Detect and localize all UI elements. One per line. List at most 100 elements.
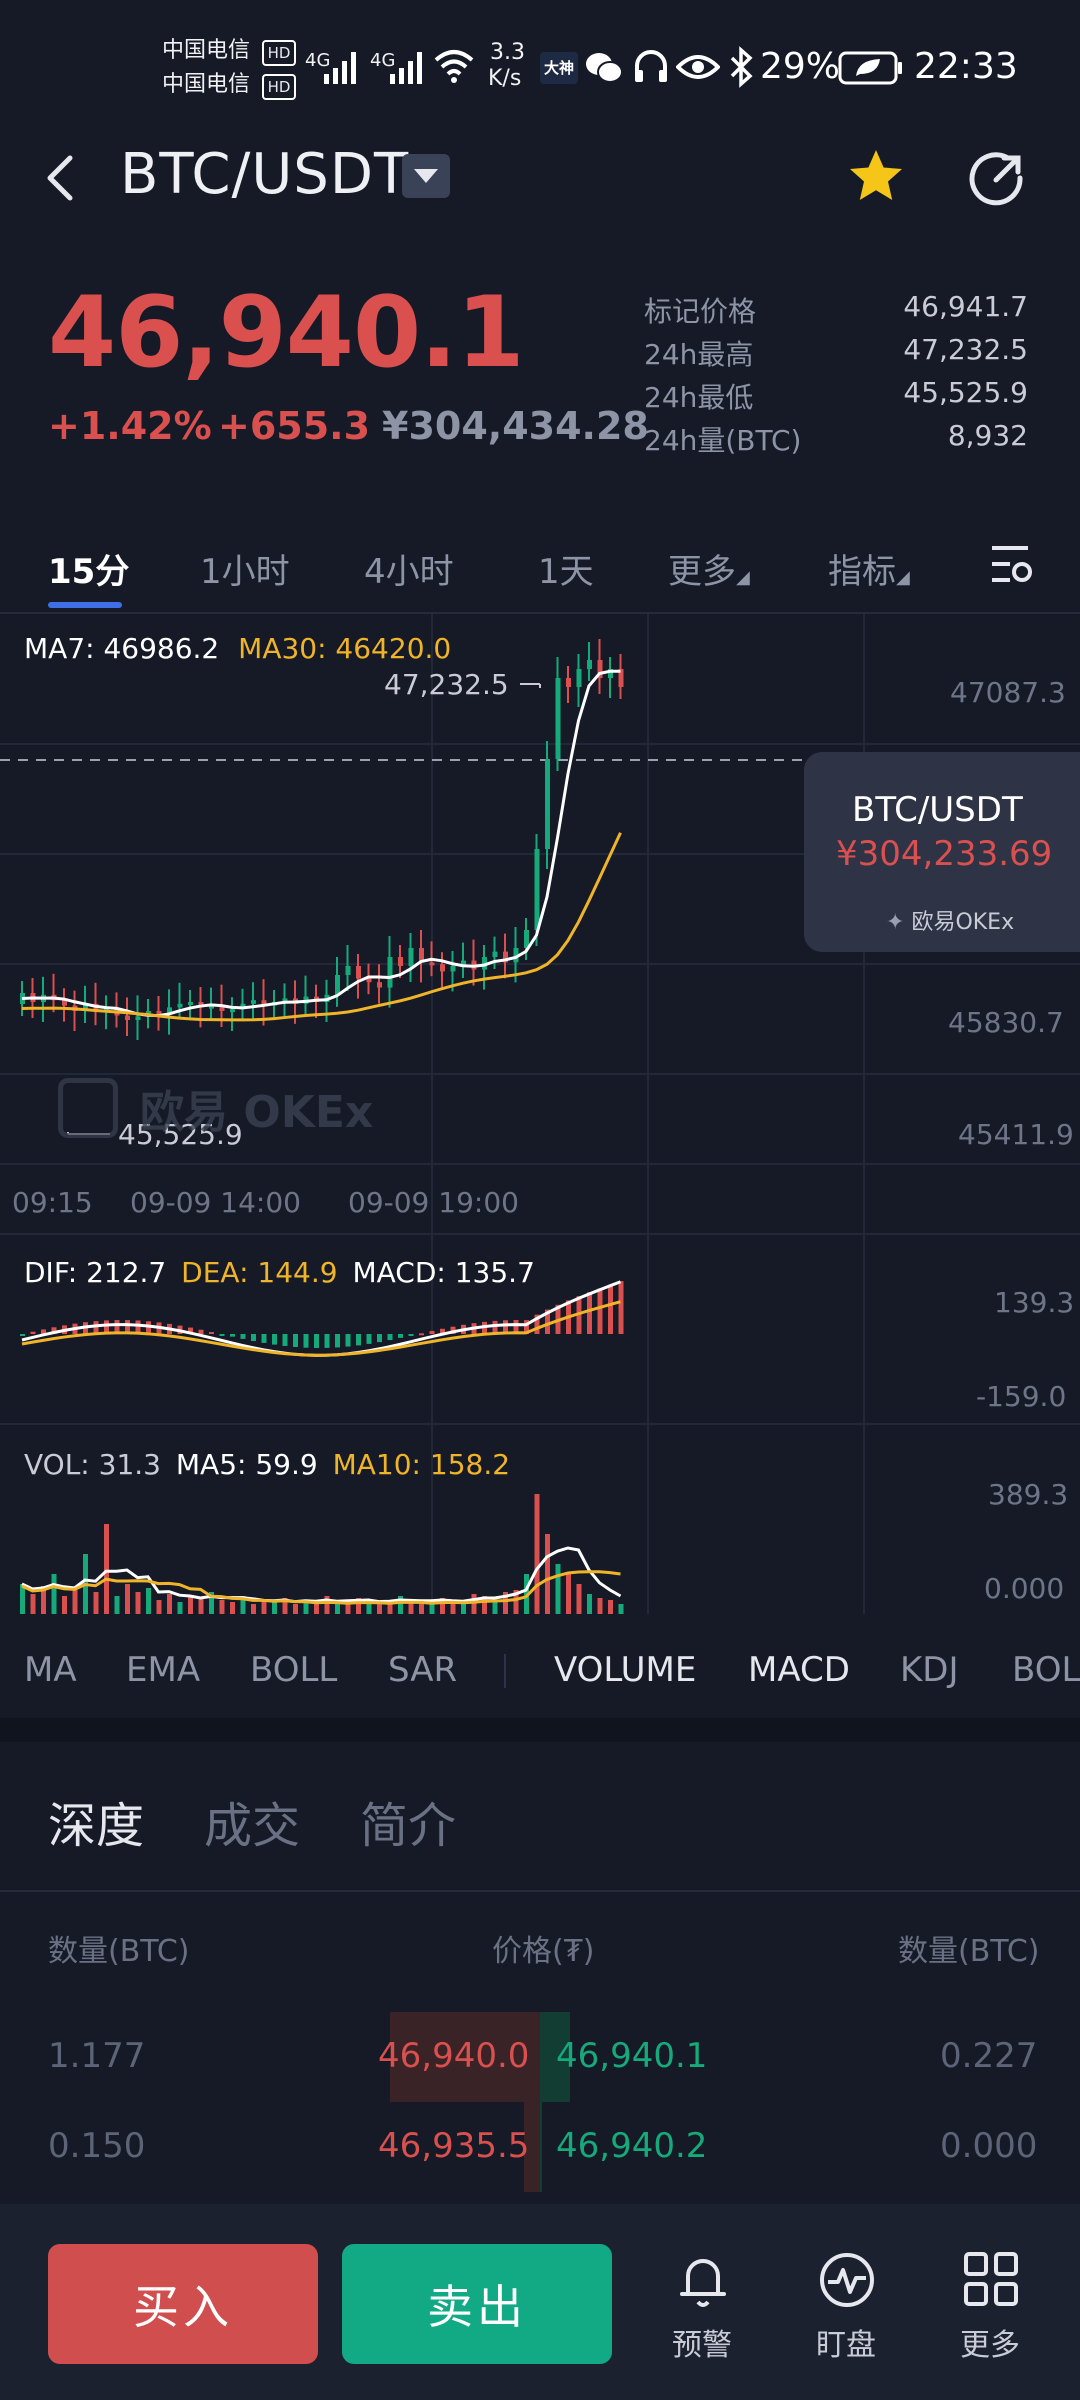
volume-bar [471,1594,477,1614]
macd-bar [272,1334,277,1345]
indicator-kdj[interactable]: KDJ [900,1650,959,1690]
battery-icon [838,51,902,85]
volume-bar [377,1604,382,1614]
high-marker: 47,232.5 [384,668,509,701]
signal-2-icon [390,52,422,84]
volume-bar [293,1604,298,1614]
volume-bar [198,1598,204,1614]
macd-bar [587,1292,592,1334]
candle [377,982,382,988]
volume-bar [576,1584,582,1614]
high-24h-value: 47,232.5 [903,333,1028,366]
candle [251,1000,256,1004]
indicator-sar[interactable]: SAR [388,1650,457,1690]
tab-intro[interactable]: 简介 [360,1786,456,1856]
alert-button[interactable]: 预警 [642,2250,762,2363]
macd-bar [30,1331,36,1334]
share-icon[interactable] [966,148,1028,210]
volume-bar [555,1564,561,1614]
tab-indicators-caret-icon: ◢ [896,567,910,588]
macd-legend: DIF: 212.7 DEA: 144.9 MACD: 135.7 [24,1256,535,1289]
indicator-volume[interactable]: VOLUME [554,1650,696,1690]
volume-bar [251,1604,256,1614]
candle [387,957,393,988]
tab-4h[interactable]: 4小时 [364,544,454,593]
indicator-divider [504,1654,506,1688]
candle [125,1015,130,1020]
grid-icon [964,2252,1018,2306]
eye-icon [676,55,720,79]
volume-bar [545,1534,550,1614]
more-button[interactable]: 更多 [930,2250,1050,2363]
tab-more-label: 更多 [668,552,736,592]
macd-bar [20,1334,25,1336]
candle [492,951,498,957]
back-button[interactable] [38,148,82,208]
volume-bar [272,1602,277,1614]
volume-bar [608,1600,613,1614]
tab-active-indicator [48,602,122,608]
price-tooltip: BTC/USDT ¥304,233.69 ✦ 欧易OKEx [804,752,1080,952]
vol-ma10-line [21,1570,621,1605]
hd-badge-1: HD [262,40,296,66]
favorite-star-icon[interactable] [846,146,906,206]
caret-down-icon [414,169,438,183]
volume-bar [219,1600,225,1614]
indicator-ma[interactable]: MA [24,1650,77,1690]
indicator-bol[interactable]: BOL [1012,1650,1080,1690]
macd-bar [209,1332,214,1335]
carrier-2: 中国电信 [162,72,251,97]
pair-title[interactable]: BTC/USDT [120,142,409,207]
tab-depth[interactable]: 深度 [48,1786,144,1856]
section-separator [0,1718,1080,1742]
candle [555,678,561,759]
tab-trades[interactable]: 成交 [204,1786,300,1856]
wifi-icon [434,50,474,83]
mark-price-value: 46,941.7 [903,290,1028,323]
volume-24h-label: 24h量(BTC) [644,424,802,457]
indicator-boll[interactable]: BOLL [250,1650,337,1690]
battery-percent: 29% [760,46,841,87]
macd-bar [429,1330,435,1334]
volume-bar [230,1602,235,1614]
volume-bar [335,1604,340,1614]
macd-axis-top: 139.3 [994,1286,1075,1319]
indicator-ema[interactable]: EMA [126,1650,200,1690]
last-price: 46,940.1 [48,276,525,390]
vol-ma10-legend: MA10: 158.2 [332,1448,511,1481]
tab-1d[interactable]: 1天 [538,544,594,593]
time-label-2: 09-09 14:00 [130,1186,301,1219]
macd-bar [345,1334,351,1347]
tab-more[interactable]: 更多◢ [668,544,750,593]
ask-price-2: 46,940.2 [556,2126,708,2166]
carrier-1: 中国电信 [162,38,251,63]
dea-line [21,1300,621,1357]
macd-bar [198,1329,204,1334]
sell-button[interactable]: 卖出 [342,2244,612,2364]
chart-settings-icon[interactable] [988,540,1036,588]
buy-button[interactable]: 买入 [48,2244,318,2364]
watch-button[interactable]: 盯盘 [786,2250,906,2363]
watch-label: 盯盘 [816,2328,876,2363]
pair-dropdown-button[interactable] [402,154,450,198]
macd-bar [324,1334,330,1348]
candle [587,660,592,669]
low-24h-label: 24h最低 [644,381,754,414]
candle [566,678,571,687]
tab-more-caret-icon: ◢ [736,567,750,588]
ma30-legend: MA30: 46420.0 [238,632,452,665]
macd-bar [251,1334,256,1342]
volume-legend: VOL: 31.3 MA5: 59.9 MA10: 158.2 [24,1448,510,1481]
signal-1-icon [324,52,356,84]
tooltip-pair: BTC/USDT [852,790,1023,830]
tab-15m[interactable]: 15分 [48,544,129,593]
indicator-macd[interactable]: MACD [748,1650,850,1690]
tab-1h[interactable]: 1小时 [200,544,290,593]
tab-indicators[interactable]: 指标◢ [828,544,910,593]
pulse-icon [820,2253,874,2307]
wechat-icon [586,53,623,83]
macd-bar [335,1334,340,1348]
dashen-app-icon: 大神 [540,52,578,84]
time-label-1: 09:15 [12,1186,93,1219]
candle [576,669,582,687]
